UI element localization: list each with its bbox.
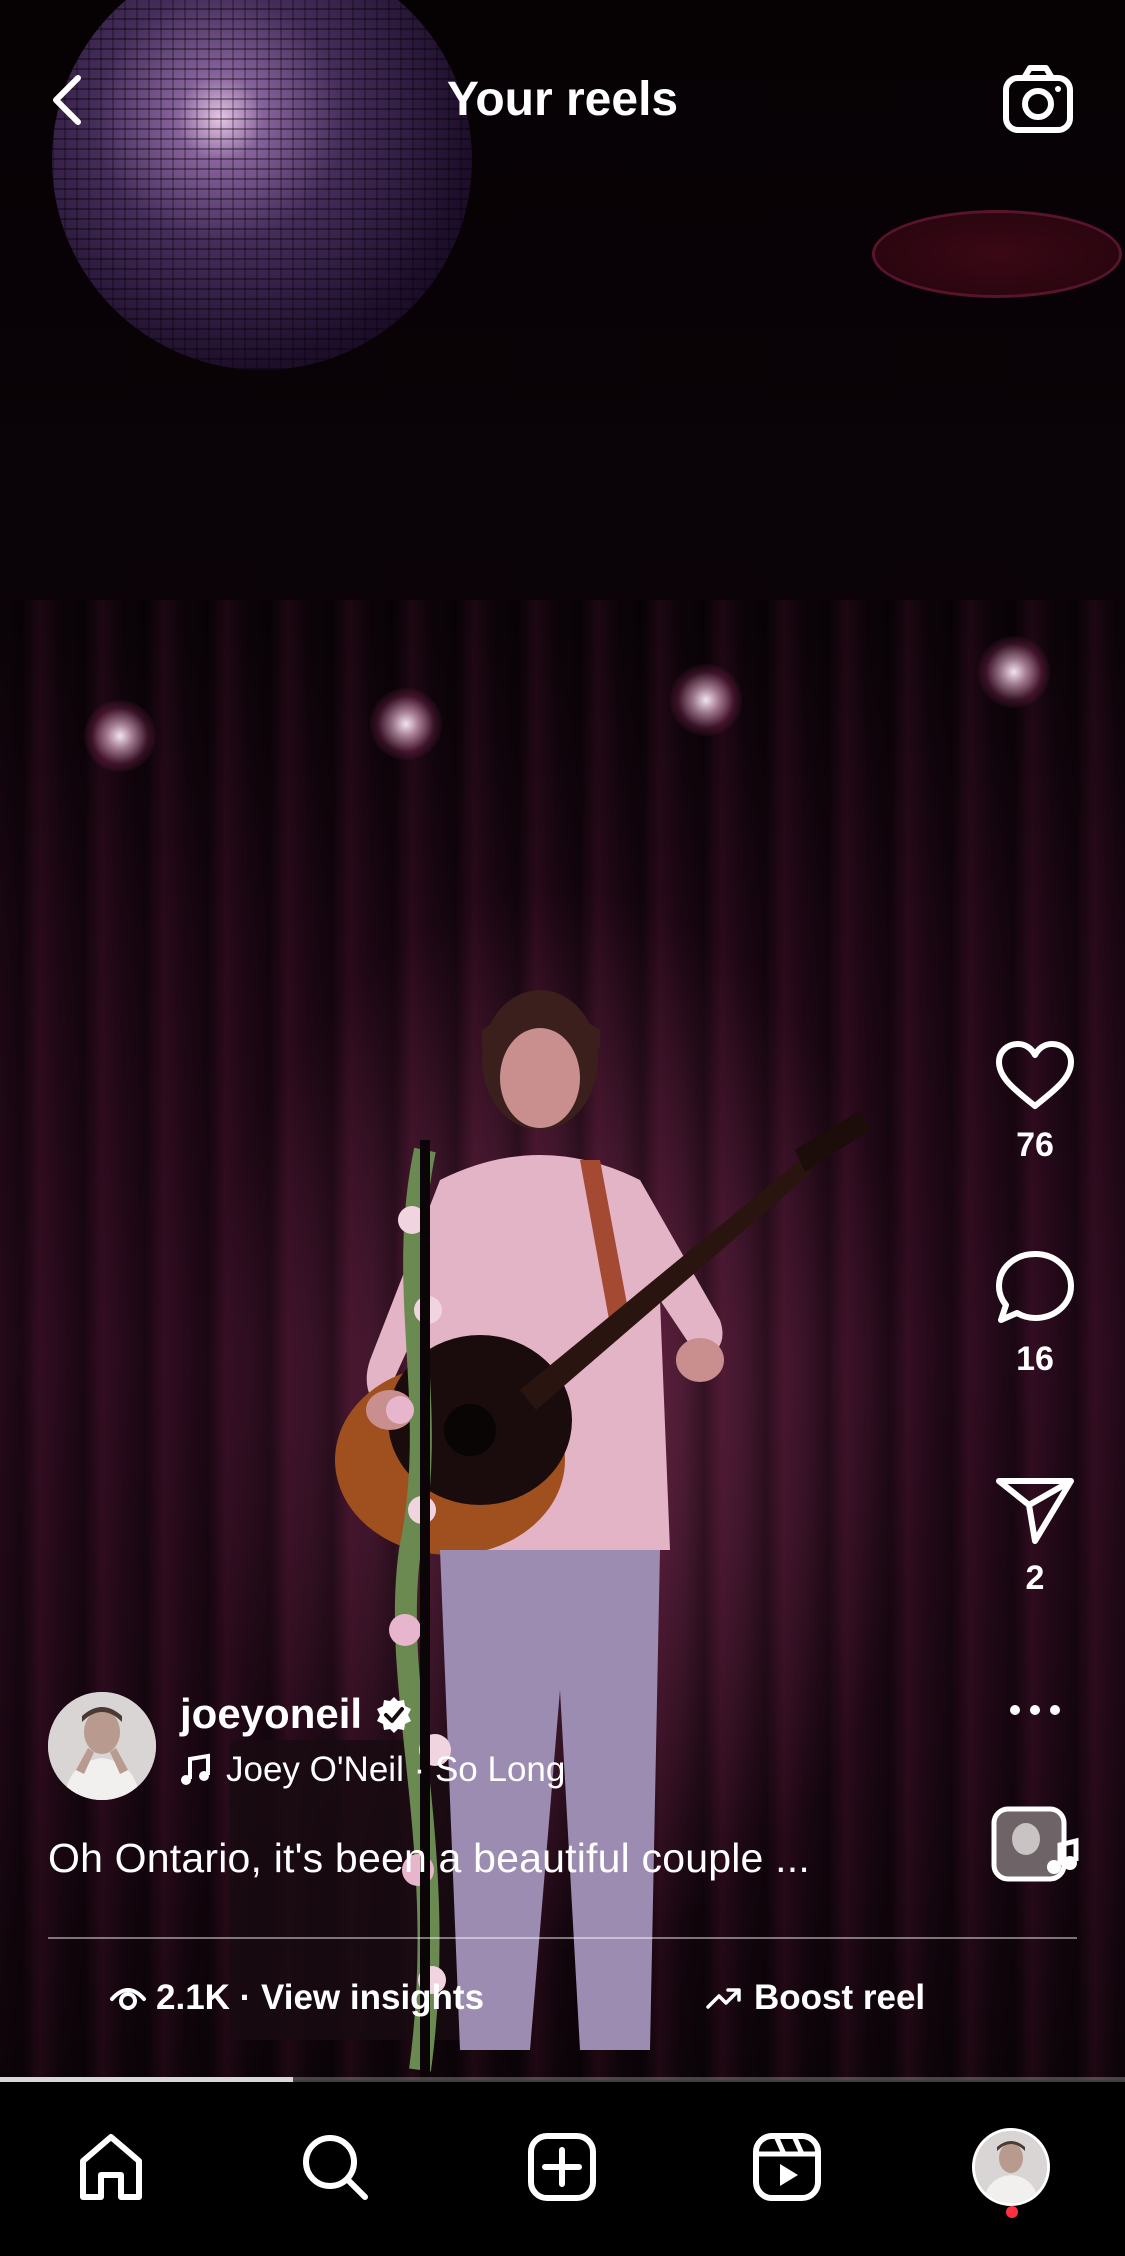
comment-icon[interactable] (995, 1250, 1075, 1326)
heart-icon[interactable] (995, 1040, 1075, 1112)
search-icon (303, 2135, 368, 2200)
audio-thumbnail-button[interactable] (990, 1805, 1080, 1895)
like-action[interactable]: 76 (990, 1040, 1080, 1165)
boost-reel-button[interactable]: Boost reel (706, 1978, 925, 2018)
home-icon (80, 2134, 142, 2200)
camera-icon (1003, 65, 1073, 133)
bottom-navigation (0, 2082, 1125, 2256)
reel-caption[interactable]: Oh Ontario, it's been a beautiful couple… (48, 1835, 810, 1882)
comment-count: 16 (1016, 1340, 1054, 1378)
nav-profile[interactable] (966, 2122, 1056, 2212)
audio-attribution[interactable]: Joey O'Neil · So Long (180, 1750, 565, 1790)
top-bar: Your reels (0, 50, 1125, 160)
avatar-image (48, 1692, 156, 1800)
verified-badge-icon (377, 1697, 411, 1733)
more-horizontal-icon (1010, 1705, 1060, 1715)
author-avatar[interactable] (48, 1692, 156, 1800)
reels-icon (753, 2133, 821, 2201)
music-note-icon (181, 1753, 210, 1785)
view-insights-button[interactable]: 2.1K · View insights (110, 1978, 484, 2018)
performer-figure (335, 990, 870, 2072)
create-icon (528, 2133, 596, 2201)
more-options-button[interactable] (1005, 1690, 1065, 1730)
divider (48, 1937, 1077, 1939)
profile-notification-dot (1006, 2206, 1018, 2218)
insights-text: 2.1K · View insights (156, 1978, 485, 2017)
camera-button[interactable] (1000, 62, 1076, 138)
share-action[interactable]: 2 (990, 1475, 1080, 1598)
nav-reels[interactable] (742, 2122, 832, 2212)
send-icon[interactable] (995, 1475, 1075, 1545)
like-count: 76 (1016, 1126, 1054, 1164)
profile-avatar-image (975, 2131, 1047, 2203)
stage-light (978, 636, 1050, 708)
profile-avatar (972, 2128, 1050, 2206)
page-title: Your reels (446, 73, 679, 126)
nav-create[interactable] (517, 2122, 607, 2212)
boost-label: Boost reel (754, 1978, 926, 2017)
comment-action[interactable]: 16 (990, 1250, 1080, 1379)
nav-search[interactable] (290, 2122, 380, 2212)
audio-label: Joey O'Neil · So Long (226, 1750, 566, 1789)
stage-light (370, 688, 442, 760)
share-count: 2 (1025, 1559, 1045, 1597)
mic-stand (420, 1140, 430, 2080)
author-username[interactable]: joeyoneil (180, 1690, 362, 1738)
nav-home[interactable] (66, 2122, 156, 2212)
eye-icon (110, 1988, 146, 2010)
audio-thumbnail-icon (991, 1806, 1079, 1882)
ceiling-fixture (872, 210, 1122, 298)
trending-up-icon (706, 1988, 741, 2009)
stage-light (670, 664, 742, 736)
stage-light (84, 700, 156, 772)
